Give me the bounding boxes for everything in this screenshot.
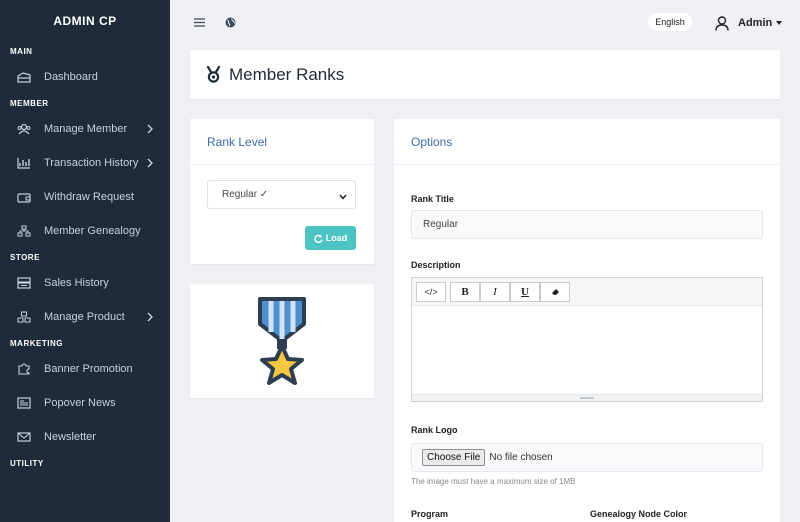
editor-resize-handle[interactable] — [412, 394, 762, 401]
options-title: Options — [394, 119, 780, 165]
program-label: Program — [411, 509, 449, 519]
sidebar-item-label: Member Genealogy — [44, 225, 141, 237]
rank-title-label: Rank Title — [411, 194, 454, 204]
medal-icon — [206, 66, 221, 83]
user-menu[interactable]: Admin — [715, 13, 783, 33]
wallet-icon — [17, 191, 31, 203]
clear-format-button[interactable] — [540, 282, 570, 302]
chevron-down-icon — [339, 192, 347, 203]
sidebar-item-label: Withdraw Request — [44, 191, 134, 203]
sidebar-item-sales-history[interactable]: Sales History — [0, 266, 170, 300]
mail-icon — [17, 431, 31, 443]
sidebar-item-member-genealogy[interactable]: Member Genealogy — [0, 214, 170, 248]
italic-button[interactable]: I — [480, 282, 510, 302]
rank-logo-image — [256, 296, 308, 393]
dashboard-icon — [17, 71, 31, 83]
underline-button[interactable]: U — [510, 282, 540, 302]
sidebar-item-label: Manage Product — [44, 311, 125, 323]
sidebar-item-label: Manage Member — [44, 123, 128, 135]
node-color-label: Genealogy Node Color — [590, 509, 688, 519]
load-button[interactable]: Load — [305, 226, 356, 250]
description-label: Description — [411, 260, 461, 270]
rank-logo-label: Rank Logo — [411, 425, 458, 435]
logo-size-hint: The image must have a maximum size of 1M… — [411, 477, 576, 486]
sidebar-item-label: Banner Promotion — [44, 363, 133, 375]
menu-icon[interactable] — [192, 15, 206, 29]
language-selector[interactable]: English — [648, 13, 692, 31]
sidebar-item-newsletter[interactable]: Newsletter — [0, 420, 170, 454]
section-main: MAIN — [10, 46, 33, 56]
file-status: No file chosen — [489, 452, 553, 463]
sidebar-item-label: Newsletter — [44, 431, 96, 443]
sidebar: ADMIN CP MAIN Dashboard MEMBER Manage Me… — [0, 0, 170, 522]
editor-toolbar: </> B I U — [412, 278, 762, 306]
user-icon — [715, 15, 729, 31]
sidebar-item-label: Sales History — [44, 277, 109, 289]
chevron-right-icon — [147, 311, 157, 323]
section-member: MEMBER — [10, 98, 49, 108]
chevron-right-icon — [147, 157, 157, 169]
sidebar-item-transaction-history[interactable]: Transaction History — [0, 146, 170, 180]
page-header: Member Ranks — [190, 50, 780, 99]
bold-button[interactable]: B — [450, 282, 480, 302]
caret-down-icon — [776, 21, 783, 25]
newspaper-icon — [17, 397, 31, 409]
rank-logo-file-input[interactable]: Choose File No file chosen — [411, 443, 763, 472]
rank-level-select[interactable]: Regular ✓ — [207, 180, 356, 209]
sidebar-item-popover-news[interactable]: Popover News — [0, 386, 170, 420]
users-icon — [17, 123, 31, 135]
boxes-icon — [17, 311, 31, 323]
chart-icon — [17, 157, 31, 169]
description-editor[interactable]: </> B I U — [411, 277, 763, 402]
sidebar-item-label: Transaction History — [44, 157, 139, 169]
refresh-icon — [314, 234, 323, 243]
rank-level-card: Rank Level Regular ✓ Load — [190, 119, 374, 264]
globe-icon[interactable] — [223, 15, 237, 29]
chevron-right-icon — [147, 123, 157, 135]
section-utility: UTILITY — [10, 458, 44, 468]
rank-logo-preview-card — [190, 284, 374, 398]
section-marketing: MARKETING — [10, 338, 63, 348]
sidebar-item-banner-promotion[interactable]: Banner Promotion — [0, 352, 170, 386]
options-card: Options Rank Title Regular Description <… — [394, 119, 780, 522]
choose-file-button[interactable]: Choose File — [422, 449, 486, 466]
load-button-label: Load — [325, 233, 348, 243]
topbar: English Admin — [170, 0, 800, 46]
rank-title-input[interactable]: Regular — [411, 210, 763, 239]
sidebar-item-dashboard[interactable]: Dashboard — [0, 60, 170, 94]
sitemap-icon — [17, 225, 31, 237]
code-view-button[interactable]: </> — [416, 282, 446, 302]
page-title: Member Ranks — [229, 64, 345, 84]
user-name: Admin — [738, 17, 773, 29]
rank-level-title: Rank Level — [190, 119, 374, 165]
sidebar-item-manage-member[interactable]: Manage Member — [0, 112, 170, 146]
puzzle-icon — [17, 363, 31, 375]
sidebar-item-label: Popover News — [44, 397, 116, 409]
rank-level-selected: Regular ✓ — [222, 189, 269, 200]
brand-logo[interactable]: ADMIN CP — [0, 0, 170, 42]
sidebar-item-manage-product[interactable]: Manage Product — [0, 300, 170, 334]
section-store: STORE — [10, 252, 40, 262]
sidebar-item-label: Dashboard — [44, 71, 98, 83]
eraser-icon — [551, 288, 560, 296]
cash-register-icon — [17, 277, 31, 289]
sidebar-item-withdraw-request[interactable]: Withdraw Request — [0, 180, 170, 214]
